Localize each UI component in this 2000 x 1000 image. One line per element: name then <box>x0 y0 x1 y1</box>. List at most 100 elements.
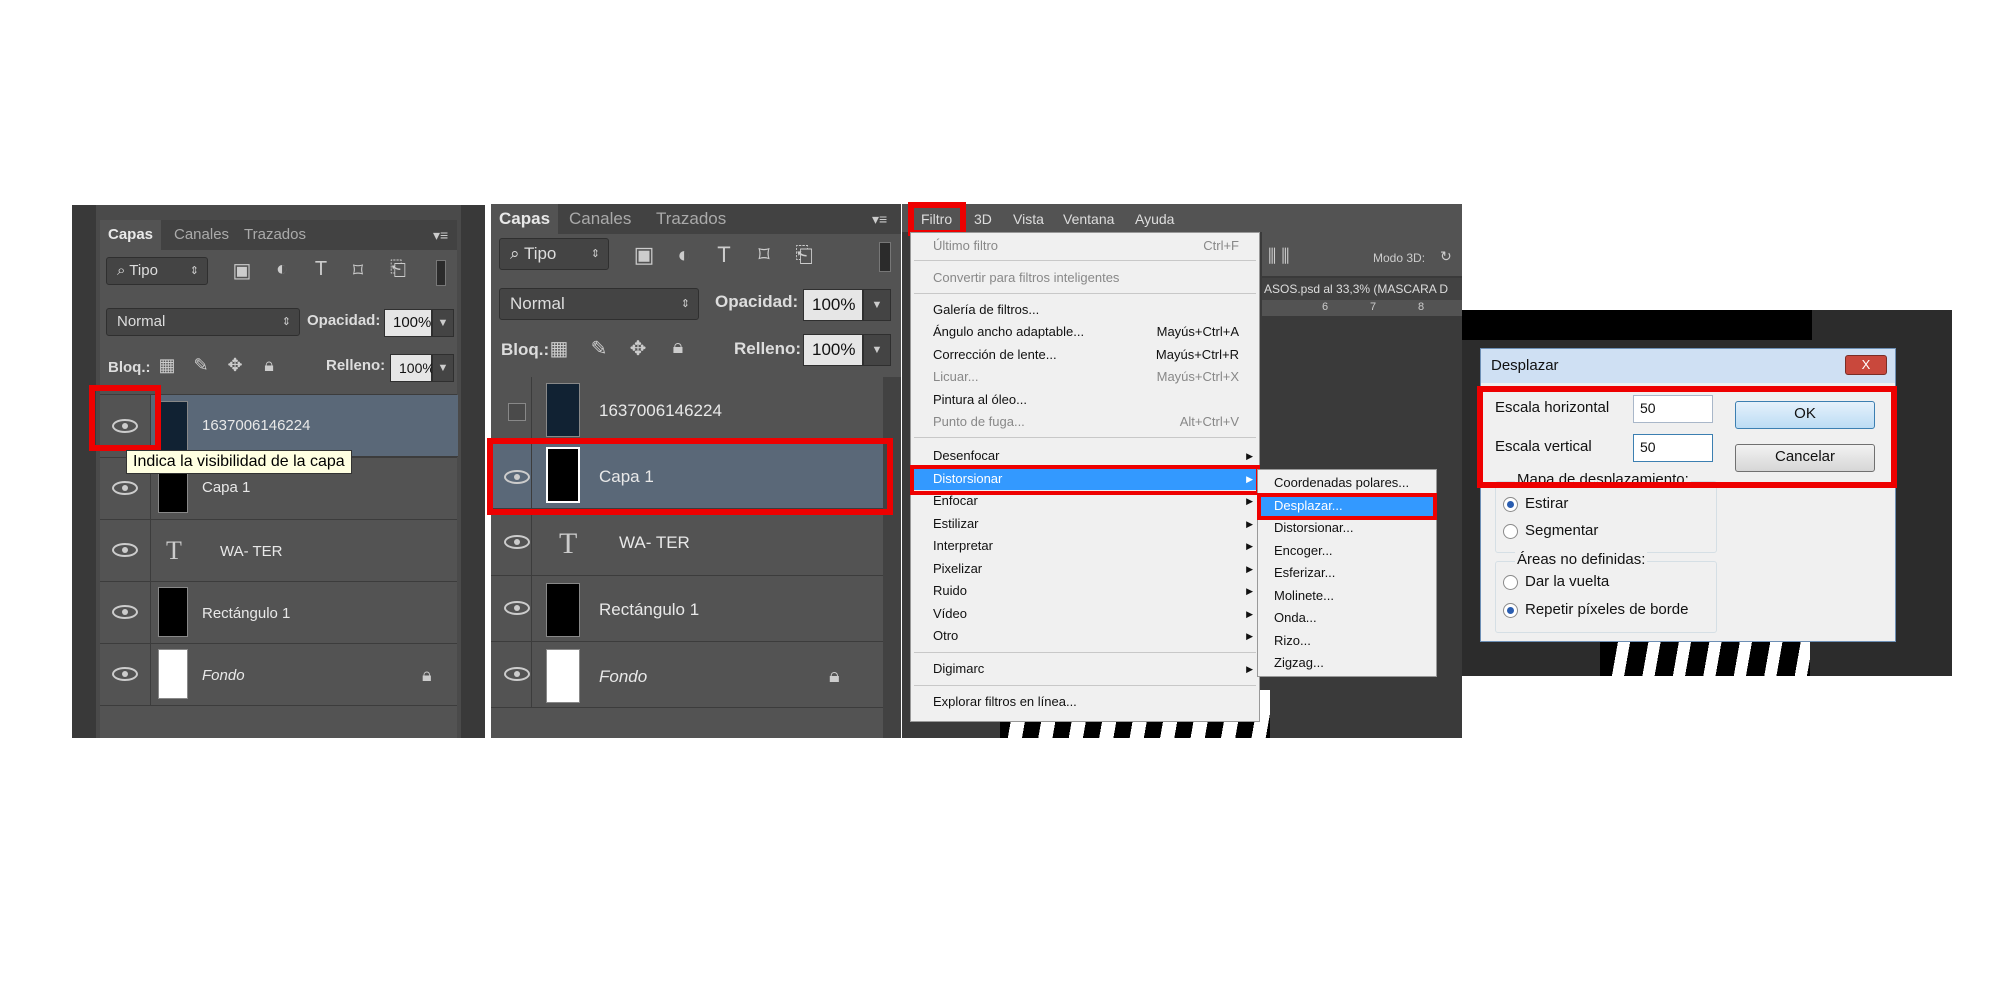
tab-trazados[interactable]: Trazados <box>236 220 314 250</box>
blend-mode-dropdown[interactable]: Normal ⇕ <box>499 288 699 320</box>
lock-transparent-icon[interactable]: ▦ <box>154 355 180 376</box>
opacity-input[interactable]: 100% <box>803 289 863 321</box>
menu-item-licuar[interactable]: Licuar... Mayús+Ctrl+X <box>911 366 1259 388</box>
menu-item-video[interactable]: Vídeo ▶ <box>911 603 1259 625</box>
submenu-item-encoger[interactable]: Encoger... <box>1258 540 1436 562</box>
chevron-updown-icon: ⇕ <box>281 316 291 328</box>
menu-item-convertir[interactable]: Convertir para filtros inteligentes <box>911 267 1259 289</box>
eye-icon[interactable] <box>504 535 530 549</box>
align-icons[interactable]: ⫼ ⫼ <box>1268 246 1290 267</box>
menu-item-pixelizar[interactable]: Pixelizar ▶ <box>911 558 1259 580</box>
menu-item-digimarc[interactable]: Digimarc ▶ <box>911 658 1259 680</box>
menu-3d[interactable]: 3D <box>974 211 992 227</box>
menu-item-otro[interactable]: Otro ▶ <box>911 625 1259 647</box>
menu-item-punto-fuga[interactable]: Punto de fuga... Alt+Ctrl+V <box>911 411 1259 433</box>
wrap-label: Dar la vuelta <box>1525 573 1610 590</box>
layer-name: Rectángulo 1 <box>202 605 291 622</box>
layer-row-5 <box>491 707 883 708</box>
fill-dropdown-button[interactable]: ▼ <box>863 334 891 366</box>
menu-ayuda[interactable]: Ayuda <box>1135 211 1174 227</box>
menu-item-pintura[interactable]: Pintura al óleo... <box>911 389 1259 411</box>
image-filter-icon[interactable]: ▣ <box>229 258 255 283</box>
type-filter-icon[interactable]: T <box>711 242 737 268</box>
menu-separator <box>914 437 1256 438</box>
menu-item-correccion[interactable]: Corrección de lente... Mayús+Ctrl+R <box>911 344 1259 366</box>
eye-icon[interactable] <box>112 667 138 681</box>
visibility-checkbox-empty[interactable] <box>508 403 526 421</box>
menu-item-ultimo-filtro[interactable]: Último filtro Ctrl+F <box>911 235 1259 257</box>
close-icon[interactable]: X <box>1845 355 1887 375</box>
eye-icon[interactable] <box>112 481 138 495</box>
stretch-radio[interactable] <box>1503 497 1518 512</box>
filter-toggle[interactable] <box>879 242 891 272</box>
menu-item-explorar[interactable]: Explorar filtros en línea... <box>911 691 1259 713</box>
shape-filter-icon[interactable]: ⌑ <box>751 242 777 268</box>
rotate-3d-icon[interactable]: ↻ <box>1440 248 1452 265</box>
lock-transparent-icon[interactable]: ▦ <box>546 336 572 361</box>
opacity-dropdown-button[interactable]: ▼ <box>432 309 454 337</box>
lock-all-icon[interactable]: 🔒︎ <box>256 355 282 376</box>
eye-icon[interactable] <box>112 543 138 557</box>
document-tab[interactable]: ASOS.psd al 33,3% (MASCARA D <box>1262 278 1462 300</box>
panel-1-body: Capas Canales Trazados ▾≡ ⌕ Tipo ⇕ ▣ ◐ T… <box>100 220 458 738</box>
tab-canales[interactable]: Canales <box>166 220 237 250</box>
lock-move-icon[interactable]: ✥ <box>625 336 651 361</box>
fill-dropdown-button[interactable]: ▼ <box>432 354 454 382</box>
panel-menu-icon[interactable]: ▾≡ <box>872 212 892 226</box>
eye-icon[interactable] <box>112 605 138 619</box>
panel-menu-icon[interactable]: ▾≡ <box>433 228 453 242</box>
image-filter-icon[interactable]: ▣ <box>631 242 657 268</box>
submenu-item-molinete[interactable]: Molinete... <box>1258 585 1436 607</box>
tab-capas[interactable]: Capas <box>491 204 559 234</box>
filter-toggle[interactable] <box>436 260 446 286</box>
opacity-input[interactable]: 100% <box>384 309 432 337</box>
layer-thumbnail <box>546 383 580 437</box>
highlight-capa-1-box <box>487 438 893 515</box>
eye-icon[interactable] <box>504 601 530 615</box>
smart-object-filter-icon[interactable]: ⎗ <box>385 258 411 281</box>
menu-item-desenfocar[interactable]: Desenfocar ▶ <box>911 445 1259 467</box>
menu-item-angulo[interactable]: Ángulo ancho adaptable... Mayús+Ctrl+A <box>911 321 1259 343</box>
menu-item-estilizar[interactable]: Estilizar ▶ <box>911 513 1259 535</box>
smart-object-filter-icon[interactable]: ⎗ <box>791 242 817 268</box>
layer-row-5 <box>100 705 457 706</box>
submenu-item-esferizar[interactable]: Esferizar... <box>1258 562 1436 584</box>
submenu-item-distorsionar[interactable]: Distorsionar... <box>1258 517 1436 539</box>
menu-item-ruido[interactable]: Ruido ▶ <box>911 580 1259 602</box>
menu-item-interpretar[interactable]: Interpretar ▶ <box>911 535 1259 557</box>
menu-item-galeria[interactable]: Galería de filtros... <box>911 299 1259 321</box>
adjustment-filter-icon[interactable]: ◐ <box>671 242 697 268</box>
wrap-radio[interactable] <box>1503 575 1518 590</box>
submenu-item-onda[interactable]: Onda... <box>1258 607 1436 629</box>
menu-ventana[interactable]: Ventana <box>1063 211 1114 227</box>
submenu-item-rizo[interactable]: Rizo... <box>1258 630 1436 652</box>
filter-kind-dropdown[interactable]: ⌕ Tipo ⇕ <box>106 257 208 285</box>
lock-all-icon[interactable]: 🔒︎ <box>665 336 691 359</box>
fill-input[interactable]: 100% <box>390 354 435 382</box>
eye-icon[interactable] <box>504 667 530 681</box>
panel-1-right-strip <box>461 205 485 738</box>
shape-filter-icon[interactable]: ⌑ <box>345 258 371 283</box>
lock-paint-icon[interactable]: ✎ <box>586 336 612 361</box>
opacity-dropdown-button[interactable]: ▼ <box>863 289 891 321</box>
layer-row-2 <box>100 519 457 520</box>
tab-trazados[interactable]: Trazados <box>648 204 734 234</box>
repeat-radio[interactable] <box>1503 603 1518 618</box>
tab-capas[interactable]: Capas <box>100 220 162 250</box>
ruler-tick-label: 8 <box>1418 301 1425 313</box>
tab-canales[interactable]: Canales <box>561 204 639 234</box>
lock-paint-icon[interactable]: ✎ <box>188 355 214 376</box>
lock-move-icon[interactable]: ✥ <box>222 355 248 376</box>
submenu-item-zigzag[interactable]: Zigzag... <box>1258 652 1436 674</box>
lock-icon: 🔒︎ <box>829 665 840 687</box>
search-icon: ⌕ <box>117 262 130 279</box>
menu-vista[interactable]: Vista <box>1013 211 1044 227</box>
text-layer-icon: T <box>166 536 182 565</box>
fill-input[interactable]: 100% <box>803 334 863 366</box>
filter-kind-dropdown[interactable]: ⌕ Tipo ⇕ <box>499 238 609 270</box>
type-filter-icon[interactable]: T <box>308 258 334 281</box>
adjustment-filter-icon[interactable]: ◐ <box>269 258 295 281</box>
submenu-item-coordenadas[interactable]: Coordenadas polares... <box>1258 472 1436 494</box>
tile-radio[interactable] <box>1503 524 1518 539</box>
blend-mode-dropdown[interactable]: Normal ⇕ <box>106 308 300 336</box>
